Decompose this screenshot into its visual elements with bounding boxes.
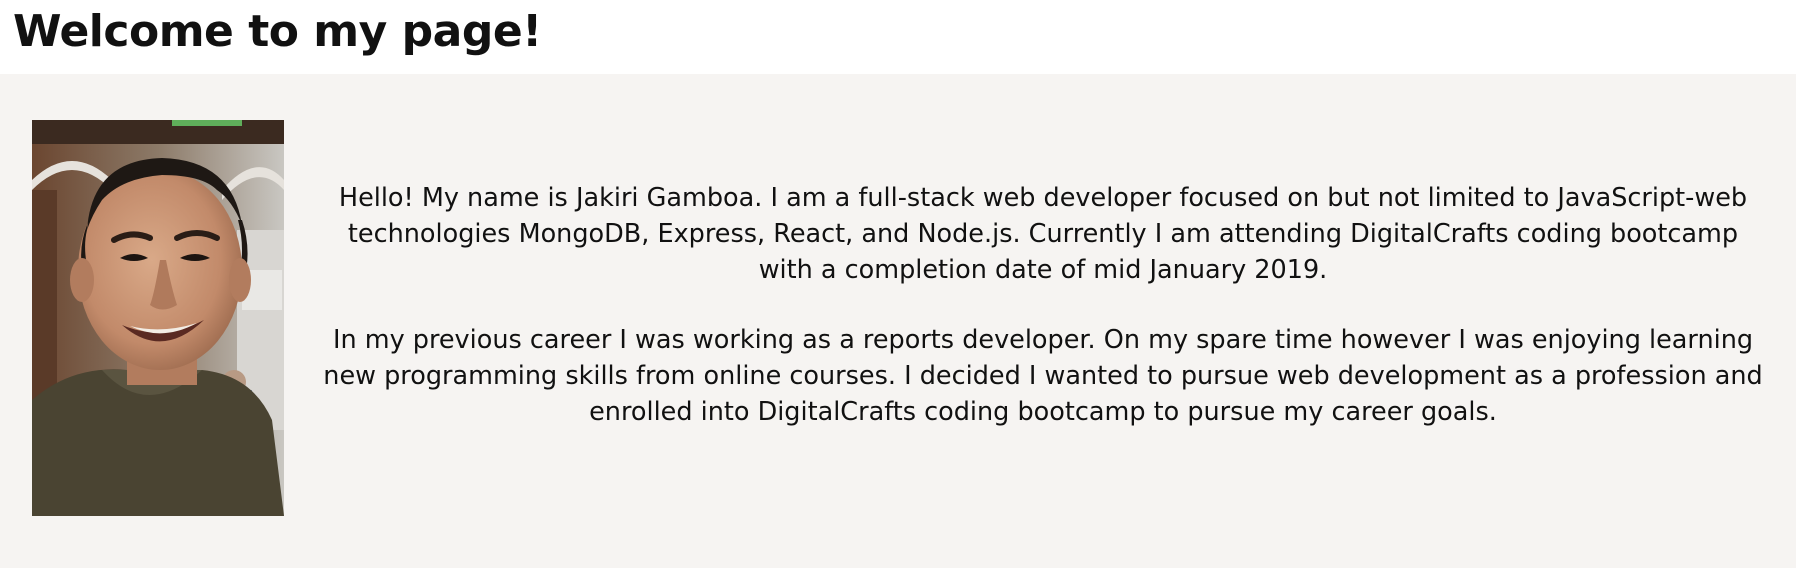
bio-text: Hello! My name is Jakiri Gamboa. I am a … (318, 180, 1768, 430)
bio-paragraph-career: In my previous career I was working as a… (323, 325, 1763, 427)
profile-photo (32, 120, 284, 516)
about-section: Hello! My name is Jakiri Gamboa. I am a … (0, 74, 1796, 568)
page-header: Welcome to my page! (0, 0, 1796, 74)
page-title: Welcome to my page! (13, 6, 542, 57)
bio-paragraph-intro: Hello! My name is Jakiri Gamboa. I am a … (338, 183, 1748, 285)
